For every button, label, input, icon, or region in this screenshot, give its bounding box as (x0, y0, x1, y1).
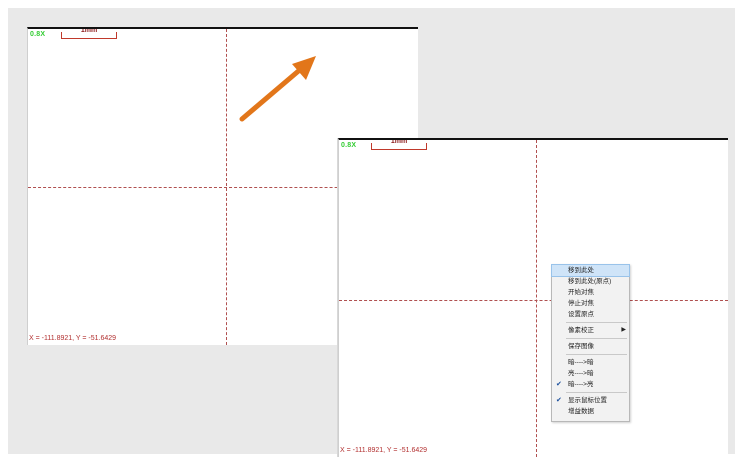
scale-bar: 1mm (371, 140, 427, 150)
context-menu-item-label: 保存图像 (568, 343, 594, 350)
menu-separator (566, 322, 627, 323)
context-menu-item-label: 设置原点 (568, 311, 594, 318)
menu-separator (566, 338, 627, 339)
scale-label: 1mm (390, 138, 408, 145)
arrow-up-right-icon (239, 56, 316, 122)
context-menu: 移到此处移到此处(原点) 开始对焦停止对焦设置原点像素校正 ▶ 保存图像暗---->暗… (551, 264, 630, 422)
mouse-coordinates: X = -111.8921, Y = -51.6429 (340, 447, 428, 454)
context-menu-item[interactable]: 设置原点 (552, 309, 629, 320)
zoom-label: 0.8X (341, 142, 357, 149)
scale-label: 1mm (80, 27, 98, 34)
context-menu-item[interactable]: 暗---->暗 (552, 357, 629, 368)
context-menu-item-label: 暗---->暗 (568, 359, 594, 366)
context-menu-item-label: 显示鼠标位置 (568, 397, 607, 404)
context-menu-item[interactable]: 停止对焦 (552, 298, 629, 309)
mouse-coordinates: X = -111.8921, Y = -51.6429 (29, 335, 117, 342)
checkmark-icon: ✔ (556, 381, 562, 388)
context-menu-item[interactable]: 移到此处 (551, 264, 630, 277)
context-menu-item-label: 开始对焦 (568, 289, 594, 296)
context-menu-item-label: 像素校正 (568, 327, 594, 334)
context-menu-item-label: 移到此处 (568, 267, 594, 274)
crosshair-vertical (536, 140, 537, 457)
crosshair-horizontal (339, 300, 728, 301)
submenu-arrow-icon: ▶ (621, 327, 626, 333)
context-menu-item[interactable]: 增益数据 (552, 406, 629, 417)
zoom-label: 0.8X (30, 31, 46, 38)
scale-bar: 1mm (61, 29, 117, 39)
camera-view-right[interactable]: 0.8X 1mm X = -111.8921, Y = -51.6429 (338, 138, 728, 457)
context-menu-item[interactable]: 保存图像 (552, 341, 629, 352)
context-menu-item[interactable]: 移到此处(原点) (552, 276, 629, 287)
menu-separator (566, 354, 627, 355)
checkmark-icon: ✔ (556, 397, 562, 404)
menu-separator (566, 392, 627, 393)
context-menu-item[interactable]: ✔ 显示鼠标位置 (552, 395, 629, 406)
context-menu-item-label: 增益数据 (568, 408, 594, 415)
context-menu-item-label: 亮---->暗 (568, 370, 594, 377)
context-menu-item[interactable]: 亮---->暗 (552, 368, 629, 379)
context-menu-item[interactable]: ✔ 暗---->亮 (552, 379, 629, 390)
context-menu-item-label: 停止对焦 (568, 300, 594, 307)
context-menu-item[interactable]: 开始对焦 (552, 287, 629, 298)
context-menu-item[interactable]: 像素校正 ▶ (552, 325, 629, 336)
context-menu-item-label: 移到此处(原点) (568, 278, 612, 285)
context-menu-item-label: 暗---->亮 (568, 381, 594, 388)
